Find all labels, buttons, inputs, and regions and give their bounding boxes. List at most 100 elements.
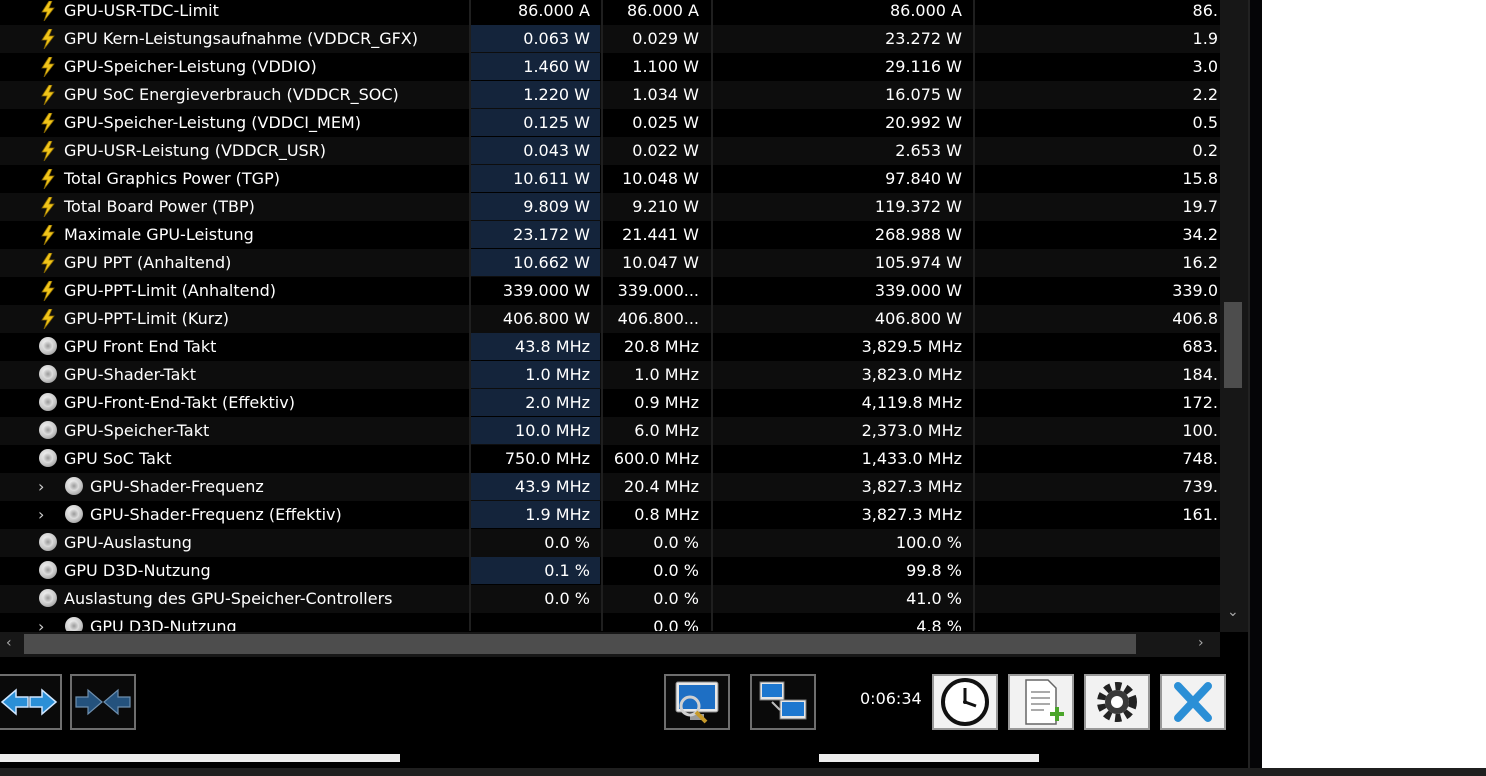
- sensor-label: GPU PPT (Anhaltend): [64, 253, 232, 272]
- lightning-bolt-icon: [41, 169, 55, 189]
- table-row[interactable]: GPU PPT (Anhaltend) 10.662 W 10.047 W 105.9…: [0, 249, 1220, 277]
- close-button[interactable]: [1160, 674, 1226, 730]
- table-row[interactable]: GPU-Auslastung 0.0 % 0.0 % 100.0 %: [0, 529, 1220, 557]
- sensor-label: GPU SoC Takt: [64, 449, 172, 468]
- clock-button[interactable]: [932, 674, 998, 730]
- table-row[interactable]: GPU-Speicher-Leistung (VDDIO) 1.460 W 1.10…: [0, 53, 1220, 81]
- max-value-cell: 4,119.8 MHz: [861, 393, 962, 412]
- scroll-right-icon[interactable]: ›: [1198, 635, 1204, 651]
- sensor-name-cell: GPU SoC Energieverbrauch (VDDCR_SOC): [0, 81, 468, 108]
- clock-sensor-icon: [39, 561, 57, 579]
- current-value-cell: 0.0 %: [544, 533, 590, 552]
- sensor-name-cell: Total Graphics Power (TGP): [0, 165, 468, 192]
- lightning-bolt-icon: [41, 281, 55, 301]
- table-row[interactable]: GPU-Speicher-Takt 10.0 MHz 6.0 MHz 2,373.0 …: [0, 417, 1220, 445]
- table-row[interactable]: GPU-Speicher-Leistung (VDDCI_MEM) 0.125 W…: [0, 109, 1220, 137]
- status-bar-segment: [819, 754, 1039, 762]
- clock-sensor-icon: [39, 589, 57, 607]
- chevron-right-icon[interactable]: ›: [38, 613, 44, 631]
- max-value-cell: 105.974 W: [874, 253, 962, 272]
- table-row[interactable]: Total Graphics Power (TGP) 10.611 W 10.048…: [0, 165, 1220, 193]
- sensor-name-cell: Auslastung des GPU-Speicher-Controllers: [0, 585, 468, 612]
- network-computers-icon: [759, 681, 807, 720]
- table-row[interactable]: GPU-USR-Leistung (VDDCR_USR) 0.043 W 0.022…: [0, 137, 1220, 165]
- max-value-cell: 1,433.0 MHz: [861, 449, 962, 468]
- chevron-right-icon[interactable]: ›: [38, 501, 44, 528]
- expand-arrows-button[interactable]: [0, 674, 62, 730]
- table-row[interactable]: GPU-Front-End-Takt (Effektiv) 2.0 MHz 0.9 …: [0, 389, 1220, 417]
- add-report-button[interactable]: [1008, 674, 1074, 730]
- network-computers-button[interactable]: [750, 674, 816, 730]
- lightning-bolt-icon: [41, 253, 55, 273]
- min-value-cell: 20.8 MHz: [624, 337, 699, 356]
- monitor-search-button[interactable]: [664, 674, 730, 730]
- max-value-cell: 3,823.0 MHz: [861, 365, 962, 384]
- current-value-cell: 43.8 MHz: [471, 333, 600, 360]
- max-value-cell: 406.800 W: [874, 309, 962, 328]
- table-row[interactable]: › GPU-Shader-Frequenz 43.9 MHz 20.4 MHz 3,82…: [0, 473, 1220, 501]
- table-row[interactable]: Auslastung des GPU-Speicher-Controllers 0…: [0, 585, 1220, 613]
- current-value-cell: 86.000 A: [517, 1, 590, 20]
- table-row[interactable]: › GPU-Shader-Frequenz (Effektiv) 1.9 MHz 0.…: [0, 501, 1220, 529]
- clock-sensor-icon: [39, 393, 57, 411]
- sensor-label: GPU-Speicher-Leistung (VDDIO): [64, 57, 317, 76]
- sensor-label: GPU-USR-TDC-Limit: [64, 1, 219, 20]
- max-value-cell: 3,829.5 MHz: [861, 337, 962, 356]
- max-value-cell: 4.8 %: [916, 617, 962, 631]
- min-value-cell: 600.0 MHz: [613, 449, 699, 468]
- scroll-down-icon[interactable]: ⌄: [1227, 604, 1239, 620]
- clock-sensor-icon: [65, 617, 83, 631]
- min-value-cell: 10.048 W: [622, 169, 699, 188]
- settings-button[interactable]: [1084, 674, 1150, 730]
- sensor-label: GPU-Auslastung: [64, 533, 192, 552]
- sensor-name-cell: GPU-Front-End-Takt (Effektiv): [0, 389, 468, 416]
- max-value-cell: 86.000 A: [889, 1, 962, 20]
- table-row[interactable]: GPU SoC Takt 750.0 MHz 600.0 MHz 1,433.0 MH…: [0, 445, 1220, 473]
- table-row[interactable]: GPU-PPT-Limit (Kurz) 406.800 W 406.800... 4…: [0, 305, 1220, 333]
- table-row[interactable]: › GPU D3D-Nutzung 0.0 % 4.8 %: [0, 613, 1220, 631]
- average-value-cell: [975, 613, 1220, 631]
- sensor-label: Auslastung des GPU-Speicher-Controllers: [64, 589, 393, 608]
- average-value-cell: 339.0: [1172, 281, 1218, 300]
- horizontal-scrollbar[interactable]: ‹ ›: [0, 632, 1220, 657]
- table-row[interactable]: GPU-PPT-Limit (Anhaltend) 339.000 W 339.00…: [0, 277, 1220, 305]
- chevron-right-icon[interactable]: ›: [38, 473, 44, 500]
- elapsed-time: 0:06:34: [860, 689, 922, 708]
- sensor-label: GPU-PPT-Limit (Anhaltend): [64, 281, 277, 300]
- collapse-arrows-button[interactable]: [70, 674, 136, 730]
- table-row[interactable]: GPU-USR-TDC-Limit 86.000 A 86.000 A 86.000 …: [0, 0, 1220, 25]
- max-value-cell: 3,827.3 MHz: [861, 477, 962, 496]
- clock-sensor-icon: [65, 477, 83, 495]
- max-value-cell: 16.075 W: [885, 85, 962, 104]
- table-row[interactable]: GPU SoC Energieverbrauch (VDDCR_SOC) 1.22…: [0, 81, 1220, 109]
- sensor-label: Total Board Power (TBP): [64, 197, 255, 216]
- table-row[interactable]: GPU Kern-Leistungsaufnahme (VDDCR_GFX) 0.…: [0, 25, 1220, 53]
- min-value-cell: 0.0 %: [653, 589, 699, 608]
- max-value-cell: 100.0 %: [895, 533, 962, 552]
- min-value-cell: 0.029 W: [632, 29, 699, 48]
- table-row[interactable]: GPU Front End Takt 43.8 MHz 20.8 MHz 3,829.…: [0, 333, 1220, 361]
- current-value-cell: 0.0 %: [544, 589, 590, 608]
- max-value-cell: 41.0 %: [906, 589, 962, 608]
- table-row[interactable]: Total Board Power (TBP) 9.809 W 9.210 W 119…: [0, 193, 1220, 221]
- lightning-bolt-icon: [41, 225, 55, 245]
- table-row[interactable]: GPU-Shader-Takt 1.0 MHz 1.0 MHz 3,823.0 MHz…: [0, 361, 1220, 389]
- vertical-scrollbar[interactable]: ⌄: [1220, 0, 1248, 632]
- taskbar-edge: [0, 768, 1486, 776]
- min-value-cell: 0.0 %: [653, 561, 699, 580]
- current-value-cell: 23.172 W: [471, 221, 600, 248]
- current-value-cell: 1.460 W: [471, 53, 600, 80]
- clock-sensor-icon: [65, 505, 83, 523]
- sensor-label: GPU-Shader-Takt: [64, 365, 196, 384]
- collapse-arrows-icon: [75, 688, 131, 716]
- expand-arrows-icon: [0, 688, 58, 716]
- table-row[interactable]: Maximale GPU-Leistung 23.172 W 21.441 W 268…: [0, 221, 1220, 249]
- vertical-scrollbar-thumb[interactable]: [1224, 302, 1242, 388]
- table-row[interactable]: GPU D3D-Nutzung 0.1 % 0.0 % 99.8 %: [0, 557, 1220, 585]
- horizontal-scrollbar-thumb[interactable]: [24, 634, 1136, 654]
- sensor-label: GPU D3D-Nutzung: [90, 617, 237, 631]
- max-value-cell: 339.000 W: [874, 281, 962, 300]
- scroll-left-icon[interactable]: ‹: [6, 635, 12, 651]
- sensor-name-cell: Total Board Power (TBP): [0, 193, 468, 220]
- column-separator: [469, 0, 471, 631]
